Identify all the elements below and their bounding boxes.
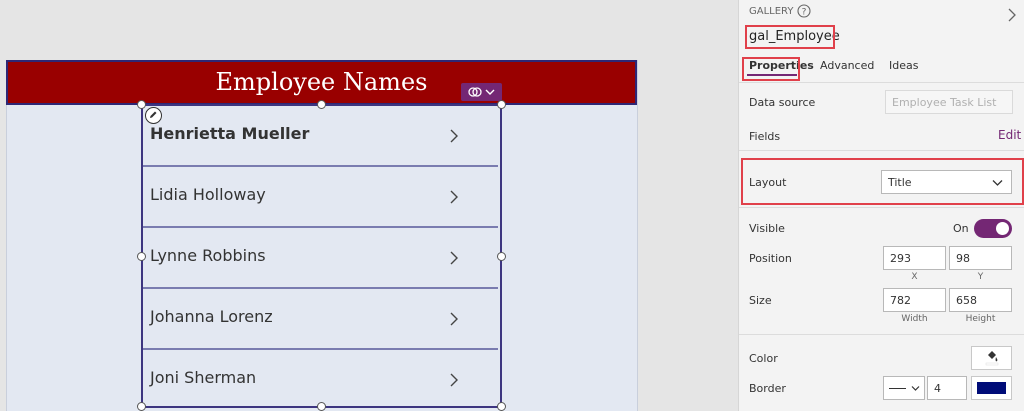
fields-label: Fields <box>749 130 781 143</box>
highlight-box <box>745 25 835 49</box>
copilot-button[interactable] <box>461 83 502 101</box>
gallery-row-title: Joni Sherman <box>150 368 257 387</box>
chevron-down-icon <box>911 386 920 391</box>
fields-edit-link[interactable]: Edit <box>998 128 1021 142</box>
position-x-caption: X <box>911 272 918 282</box>
employee-gallery[interactable]: Henrietta Mueller Lidia Holloway Lynne R… <box>141 104 502 408</box>
help-icon[interactable]: ? <box>797 4 811 18</box>
position-x-input[interactable]: 293 <box>883 246 946 270</box>
paint-bucket-icon <box>985 351 999 366</box>
chevron-right-icon[interactable] <box>1007 8 1017 22</box>
divider <box>739 150 1024 151</box>
tab-advanced[interactable]: Advanced <box>820 59 874 72</box>
divider <box>739 207 1024 208</box>
position-y-input[interactable]: 98 <box>949 246 1012 270</box>
toggle-knob <box>996 222 1009 235</box>
app-header-title: Employee Names <box>215 68 428 96</box>
line-style-icon <box>889 388 906 389</box>
chevron-right-icon[interactable] <box>446 187 462 207</box>
gallery-row[interactable]: Henrietta Mueller <box>143 106 500 167</box>
svg-text:?: ? <box>802 8 807 18</box>
border-color-swatch <box>977 382 1006 394</box>
gallery-row[interactable]: Johanna Lorenz <box>143 289 500 350</box>
data-source-dropdown[interactable]: Employee Task List <box>885 90 1013 114</box>
data-source-value: Employee Task List <box>892 96 997 109</box>
visible-state: On <box>953 222 969 235</box>
resize-handle-top-right[interactable] <box>497 100 506 109</box>
resize-handle-left[interactable] <box>137 252 146 261</box>
gallery-row-title: Johanna Lorenz <box>150 307 273 326</box>
size-label: Size <box>749 294 772 307</box>
copilot-icon <box>468 87 482 97</box>
color-picker-button[interactable] <box>971 346 1012 370</box>
border-style-dropdown[interactable] <box>883 376 925 400</box>
gallery-row[interactable]: Lidia Holloway <box>143 167 500 228</box>
highlight-box <box>742 57 800 81</box>
size-height-caption: Height <box>965 314 996 324</box>
size-height-input[interactable]: 658 <box>949 288 1012 312</box>
divider <box>739 334 1024 335</box>
visible-label: Visible <box>749 222 785 235</box>
size-height-value: 658 <box>956 294 977 307</box>
size-width-value: 782 <box>890 294 911 307</box>
properties-panel: GALLERY ? gal_Employee Properties Advanc… <box>738 0 1024 411</box>
resize-handle-right[interactable] <box>497 252 506 261</box>
resize-handle-bottom[interactable] <box>317 402 326 411</box>
position-y-value: 98 <box>956 252 970 265</box>
border-color-picker[interactable] <box>971 376 1012 400</box>
position-label: Position <box>749 252 792 265</box>
resize-handle-top[interactable] <box>317 100 326 109</box>
border-thickness-value: 4 <box>934 382 941 395</box>
chevron-right-icon[interactable] <box>446 126 462 146</box>
edit-gallery-icon[interactable] <box>145 107 162 124</box>
panel-section-label: GALLERY <box>749 6 794 17</box>
resize-handle-top-left[interactable] <box>137 100 146 109</box>
chevron-right-icon[interactable] <box>446 309 462 329</box>
border-label: Border <box>749 382 786 395</box>
chevron-down-icon <box>485 89 495 95</box>
gallery-row-title: Lidia Holloway <box>150 185 266 204</box>
chevron-right-icon[interactable] <box>446 370 462 390</box>
chevron-right-icon[interactable] <box>446 248 462 268</box>
tab-ideas[interactable]: Ideas <box>889 59 918 72</box>
highlight-box <box>741 158 1024 205</box>
border-thickness-input[interactable]: 4 <box>927 376 967 400</box>
size-width-caption: Width <box>901 314 928 324</box>
size-width-input[interactable]: 782 <box>883 288 946 312</box>
resize-handle-bottom-left[interactable] <box>137 402 146 411</box>
gallery-row-title: Henrietta Mueller <box>150 124 310 143</box>
gallery-row-title: Lynne Robbins <box>150 246 266 265</box>
position-y-caption: Y <box>977 272 984 282</box>
app-header-bar[interactable]: Employee Names <box>6 60 637 105</box>
visible-toggle[interactable] <box>974 219 1012 238</box>
position-x-value: 293 <box>890 252 911 265</box>
resize-handle-bottom-right[interactable] <box>497 402 506 411</box>
data-source-label: Data source <box>749 96 816 109</box>
divider <box>739 82 1024 83</box>
color-label: Color <box>749 352 778 365</box>
gallery-row[interactable]: Lynne Robbins <box>143 228 500 289</box>
